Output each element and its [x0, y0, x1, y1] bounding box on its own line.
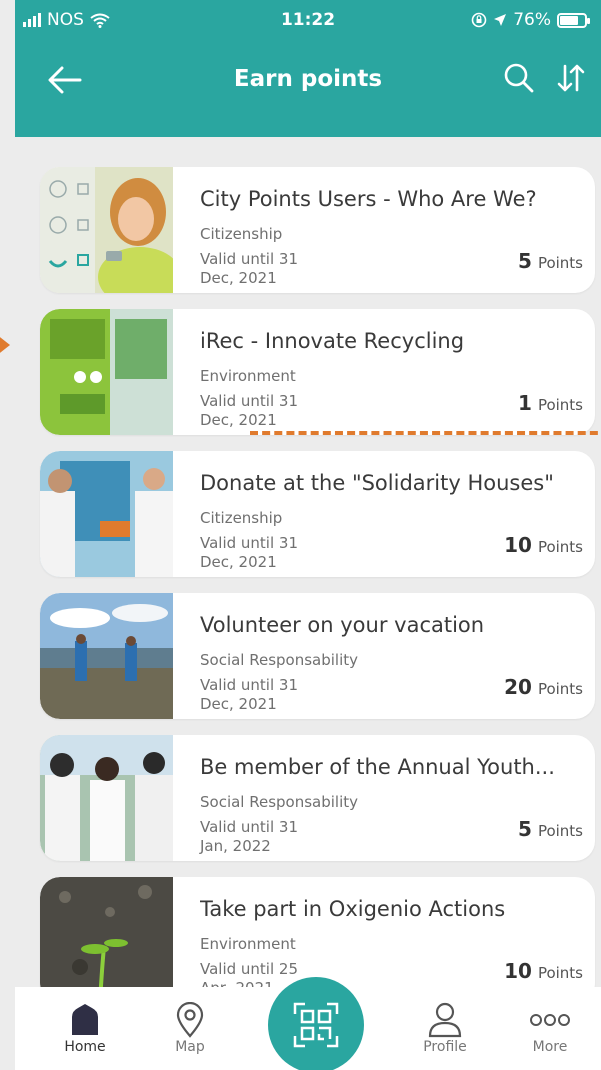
- item-title: Volunteer on your vacation: [200, 613, 485, 637]
- points-value: 1: [518, 391, 532, 415]
- points-label: Points: [537, 822, 583, 840]
- app-screen: NOS 11:22 76% Earn points City Points Us…: [15, 0, 601, 1070]
- item-validity: Valid until 31 Dec, 2021: [200, 676, 350, 714]
- sort-button[interactable]: [549, 56, 593, 100]
- status-bar: NOS 11:22 76%: [15, 0, 601, 40]
- item-title: Donate at the "Solidarity Houses": [200, 471, 554, 495]
- item-category: Social Responsability: [200, 793, 359, 811]
- list-item[interactable]: Volunteer on your vacation Social Respon…: [40, 593, 595, 719]
- nav-map-label: Map: [175, 1039, 205, 1055]
- validity-date: Jan, 2022: [200, 837, 271, 855]
- nav-home[interactable]: Home: [45, 1001, 125, 1055]
- validity-line: Valid until 31: [200, 250, 298, 268]
- sort-arrows-icon: [557, 64, 585, 92]
- item-points: 5 Points: [518, 249, 583, 273]
- item-validity: Valid until 31 Dec, 2021: [200, 250, 350, 288]
- points-label: Points: [537, 254, 583, 272]
- item-points: 5 Points: [518, 817, 583, 841]
- item-title: Be member of the Annual Youth...: [200, 755, 555, 779]
- item-image: [40, 735, 173, 861]
- points-value: 5: [518, 249, 532, 273]
- points-value: 10: [504, 959, 532, 983]
- validity-line: Valid until 31: [200, 392, 298, 410]
- orientation-lock-icon: [471, 12, 487, 28]
- points-label: Points: [537, 396, 583, 414]
- pointer-arrow-icon: [0, 337, 10, 353]
- validity-date: Dec, 2021: [200, 411, 277, 429]
- item-image: [40, 877, 173, 987]
- item-validity: Valid until 31 Dec, 2021: [200, 534, 350, 572]
- validity-line: Valid until 31: [200, 818, 298, 836]
- points-value: 5: [518, 817, 532, 841]
- search-button[interactable]: [497, 56, 541, 100]
- item-points: 20 Points: [504, 675, 583, 699]
- list-item[interactable]: Be member of the Annual Youth... Social …: [40, 735, 595, 861]
- header: NOS 11:22 76% Earn points: [15, 0, 601, 137]
- validity-date: Dec, 2021: [200, 553, 277, 571]
- search-icon: [504, 63, 534, 93]
- nav-profile[interactable]: Profile: [405, 1001, 485, 1055]
- points-label: Points: [537, 680, 583, 698]
- validity-date: Dec, 2021: [200, 269, 277, 287]
- list-item[interactable]: Take part in Oxigenio Actions Environmen…: [40, 877, 595, 987]
- nav-map[interactable]: Map: [150, 1001, 230, 1055]
- nav-bar: Earn points: [15, 50, 601, 110]
- item-title: City Points Users - Who Are We?: [200, 187, 537, 211]
- item-category: Citizenship: [200, 509, 283, 527]
- item-title: iRec - Innovate Recycling: [200, 329, 465, 353]
- item-category: Citizenship: [200, 225, 283, 243]
- list-item[interactable]: Donate at the "Solidarity Houses" Citize…: [40, 451, 595, 577]
- battery-icon: [557, 12, 590, 28]
- item-validity: Valid until 31 Jan, 2022: [200, 818, 350, 856]
- points-label: Points: [537, 538, 583, 556]
- item-image: [40, 451, 173, 577]
- points-label: Points: [537, 964, 583, 982]
- qr-code-icon: [293, 1002, 339, 1048]
- points-value: 10: [504, 533, 532, 557]
- battery-percent: 76%: [513, 10, 551, 30]
- item-validity: Valid until 31 Dec, 2021: [200, 392, 350, 430]
- more-dots-icon: [530, 1014, 570, 1026]
- validity-date: Dec, 2021: [200, 695, 277, 713]
- status-right: 76%: [471, 10, 590, 30]
- item-category: Social Responsability: [200, 651, 359, 669]
- list-item[interactable]: iRec - Innovate Recycling Environment Va…: [40, 309, 595, 435]
- bottom-nav: Home Map Profile More: [15, 977, 601, 1070]
- item-points: 1 Points: [518, 391, 583, 415]
- validity-line: Valid until 31: [200, 676, 298, 694]
- validity-line: Valid until 31: [200, 534, 298, 552]
- highlight-dashed-line: [250, 431, 601, 435]
- location-arrow-icon: [494, 14, 507, 26]
- item-title: Take part in Oxigenio Actions: [200, 897, 506, 921]
- list-item[interactable]: City Points Users - Who Are We? Citizens…: [40, 167, 595, 293]
- home-icon: [72, 1004, 98, 1035]
- item-points: 10 Points: [504, 959, 583, 983]
- nav-more-label: More: [532, 1039, 568, 1055]
- earn-points-list: City Points Users - Who Are We? Citizens…: [15, 137, 601, 987]
- points-value: 20: [504, 675, 532, 699]
- qr-scan-button[interactable]: [268, 977, 364, 1070]
- nav-profile-label: Profile: [423, 1039, 467, 1055]
- item-category: Environment: [200, 935, 296, 953]
- item-image: [40, 309, 173, 435]
- validity-line: Valid until 25: [200, 960, 298, 978]
- item-image: [40, 593, 173, 719]
- profile-icon: [428, 1002, 462, 1038]
- map-pin-icon: [176, 1002, 204, 1038]
- nav-home-label: Home: [64, 1039, 106, 1055]
- nav-more[interactable]: More: [510, 1001, 590, 1055]
- item-points: 10 Points: [504, 533, 583, 557]
- item-image: [40, 167, 173, 293]
- item-category: Environment: [200, 367, 296, 385]
